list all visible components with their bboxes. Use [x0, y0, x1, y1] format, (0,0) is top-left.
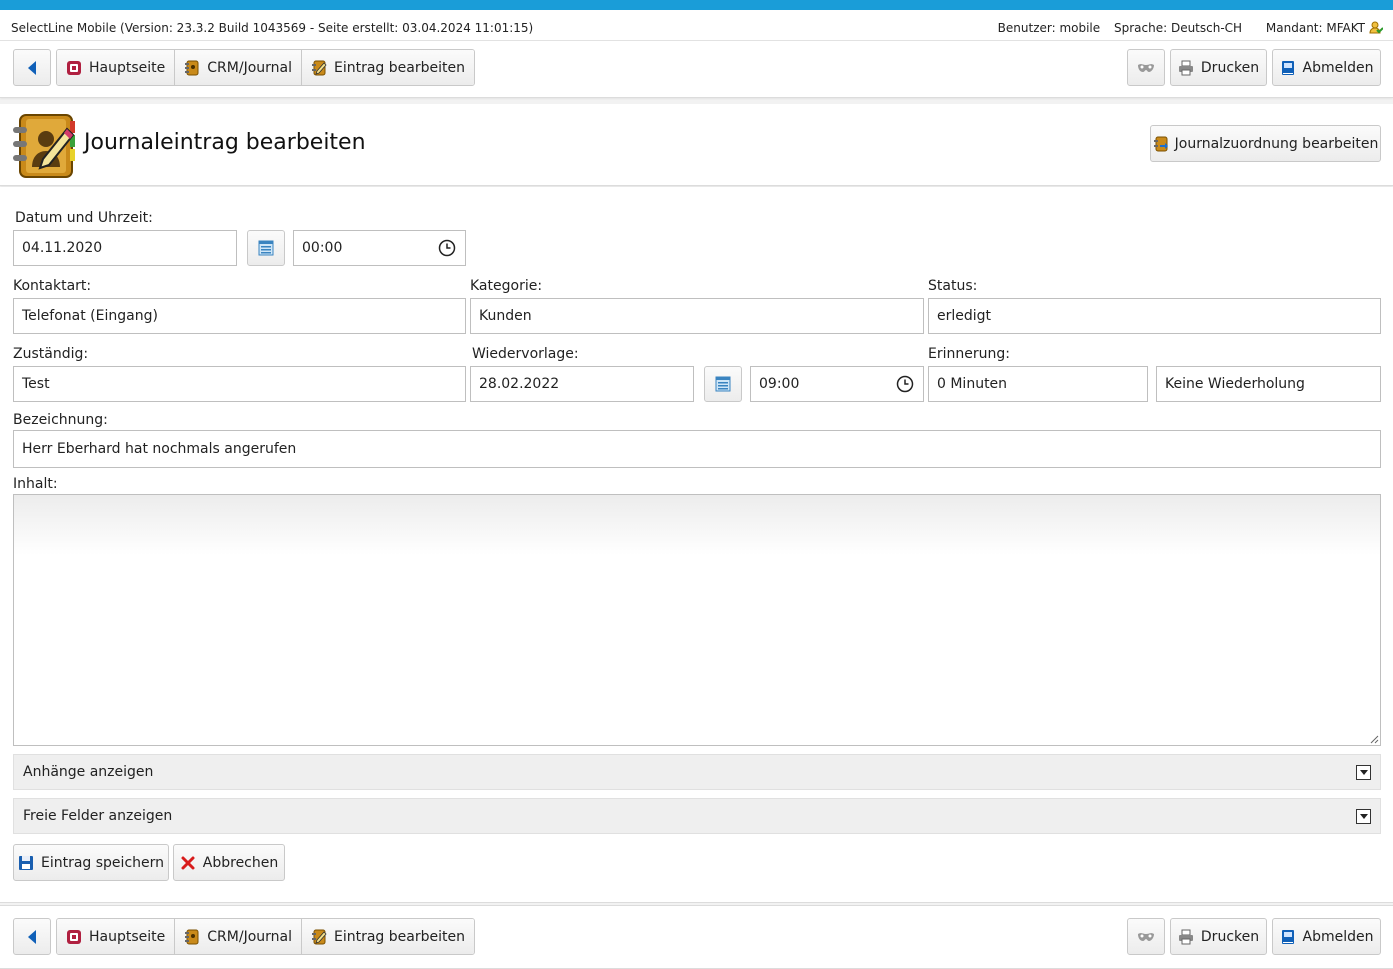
clock-icon[interactable]	[438, 239, 456, 257]
resize-grip-icon[interactable]	[1370, 735, 1379, 744]
breadcrumb: Hauptseite CRM/Journal Eintrag bearbeite…	[56, 49, 475, 86]
save-entry-button[interactable]: Eintrag speichern	[13, 844, 169, 881]
print-label: Drucken	[1200, 928, 1260, 945]
back-arrow-icon	[28, 929, 36, 944]
free-fields-label: Freie Felder anzeigen	[23, 808, 173, 824]
cancel-button[interactable]: Abbrechen	[173, 844, 285, 881]
designation-input[interactable]: Herr Eberhard hat nochmals angerufen	[13, 430, 1381, 468]
breadcrumb-home[interactable]: Hauptseite	[57, 919, 176, 954]
date-input[interactable]: 04.11.2020	[13, 230, 237, 266]
journal-assignment-button[interactable]: Journalzuordnung bearbeiten	[1150, 125, 1381, 162]
breadcrumb-crm-label: CRM/Journal	[207, 59, 292, 76]
breadcrumb-edit-label: Eintrag bearbeiten	[333, 59, 465, 76]
contact-type-select[interactable]: Telefonat (Eingang)	[13, 298, 466, 334]
chevron-down-icon[interactable]	[1356, 809, 1371, 824]
logout-label: Abmelden	[1302, 928, 1374, 945]
breadcrumb-home[interactable]: Hauptseite	[57, 50, 176, 85]
print-button[interactable]: Drucken	[1170, 918, 1267, 955]
mask-button[interactable]	[1127, 49, 1165, 86]
back-button[interactable]	[13, 918, 51, 955]
followup-time-input[interactable]: 09:00	[750, 366, 924, 402]
attachments-toggle[interactable]: Anhänge anzeigen	[13, 754, 1381, 790]
top-accent-bar	[0, 0, 1393, 10]
print-button[interactable]: Drucken	[1170, 49, 1267, 86]
back-arrow-icon	[28, 60, 36, 75]
client-info: Mandant: MFAKT	[1256, 21, 1383, 35]
logout-book-icon	[1281, 929, 1294, 944]
client-label: Mandant: MFAKT	[1265, 21, 1365, 35]
client-status-icon	[1369, 21, 1383, 34]
reminder-select[interactable]: 0 Minuten	[928, 366, 1148, 402]
calendar-icon	[715, 376, 731, 392]
home-icon	[67, 929, 81, 944]
print-label: Drucken	[1200, 59, 1260, 76]
logout-label: Abmelden	[1302, 59, 1374, 76]
time-value: 00:00	[302, 240, 343, 256]
edit-icon	[311, 60, 327, 75]
info-bar: SelectLine Mobile (Version: 23.3.2 Build…	[0, 10, 1393, 41]
designation-label: Bezeichnung:	[13, 412, 108, 428]
category-select[interactable]: Kunden	[470, 298, 924, 334]
category-label: Kategorie:	[470, 278, 543, 294]
journal-form: Datum und Uhrzeit: 04.11.2020 00:00 Kont…	[0, 187, 1393, 903]
bottom-navbar: Hauptseite CRM/Journal Eintrag bearbeite…	[0, 905, 1393, 969]
clock-icon[interactable]	[896, 375, 914, 393]
free-fields-toggle[interactable]: Freie Felder anzeigen	[13, 798, 1381, 834]
mask-icon	[1138, 932, 1154, 941]
datetime-label: Datum und Uhrzeit:	[15, 210, 153, 226]
contact-type-label: Kontaktart:	[13, 278, 92, 294]
journal-edit-icon	[13, 114, 75, 178]
top-navbar: Hauptseite CRM/Journal Eintrag bearbeite…	[0, 41, 1393, 98]
printer-icon	[1178, 60, 1193, 75]
close-icon	[181, 856, 195, 869]
language-info: Sprache: Deutsch-CH	[1113, 21, 1243, 35]
save-disk-icon	[18, 855, 33, 870]
back-button[interactable]	[13, 49, 51, 86]
logout-button[interactable]: Abmelden	[1272, 49, 1381, 86]
breadcrumb-edit-label: Eintrag bearbeiten	[333, 928, 465, 945]
cancel-label: Abbrechen	[202, 854, 279, 871]
content-label: Inhalt:	[13, 476, 58, 492]
page-title: Journaleintrag bearbeiten	[84, 130, 366, 155]
followup-date-input[interactable]: 28.02.2022	[470, 366, 694, 402]
breadcrumb-home-label: Hauptseite	[89, 59, 166, 76]
mask-button[interactable]	[1127, 918, 1165, 955]
responsible-label: Zuständig:	[13, 346, 89, 362]
breadcrumb-crm-label: CRM/Journal	[207, 928, 292, 945]
breadcrumb: Hauptseite CRM/Journal Eintrag bearbeite…	[56, 918, 475, 955]
journal-assignment-label: Journalzuordnung bearbeiten	[1174, 135, 1379, 152]
content-textarea[interactable]	[13, 494, 1381, 746]
chevron-down-icon[interactable]	[1356, 765, 1371, 780]
logout-book-icon	[1281, 60, 1294, 75]
printer-icon	[1178, 929, 1193, 944]
user-info: Benutzer: mobile	[997, 21, 1101, 35]
breadcrumb-home-label: Hauptseite	[89, 928, 166, 945]
status-label: Status:	[928, 278, 978, 294]
page-header: Journaleintrag bearbeiten Journalzuordnu…	[0, 104, 1393, 186]
journal-assign-icon	[1153, 136, 1168, 151]
followup-date-picker-button[interactable]	[704, 366, 742, 402]
breadcrumb-crm-journal[interactable]: CRM/Journal	[175, 50, 302, 85]
responsible-select[interactable]: Test	[13, 366, 466, 402]
calendar-icon	[258, 240, 274, 256]
time-input[interactable]: 00:00	[293, 230, 466, 266]
breadcrumb-edit-entry[interactable]: Eintrag bearbeiten	[301, 919, 474, 954]
edit-icon	[311, 929, 327, 944]
save-entry-label: Eintrag speichern	[40, 854, 165, 871]
home-icon	[67, 60, 81, 75]
breadcrumb-edit-entry[interactable]: Eintrag bearbeiten	[301, 50, 474, 85]
followup-label: Wiedervorlage:	[472, 346, 579, 362]
date-picker-button[interactable]	[247, 230, 285, 266]
attachments-label: Anhänge anzeigen	[23, 764, 154, 780]
journal-icon	[185, 929, 199, 944]
mask-icon	[1138, 63, 1154, 72]
reminder-label: Erinnerung:	[928, 346, 1010, 362]
logout-button[interactable]: Abmelden	[1272, 918, 1381, 955]
breadcrumb-crm-journal[interactable]: CRM/Journal	[175, 919, 302, 954]
followup-time-value: 09:00	[759, 376, 800, 392]
journal-icon	[185, 60, 199, 75]
status-select[interactable]: erledigt	[928, 298, 1381, 334]
repeat-select[interactable]: Keine Wiederholung	[1156, 366, 1381, 402]
